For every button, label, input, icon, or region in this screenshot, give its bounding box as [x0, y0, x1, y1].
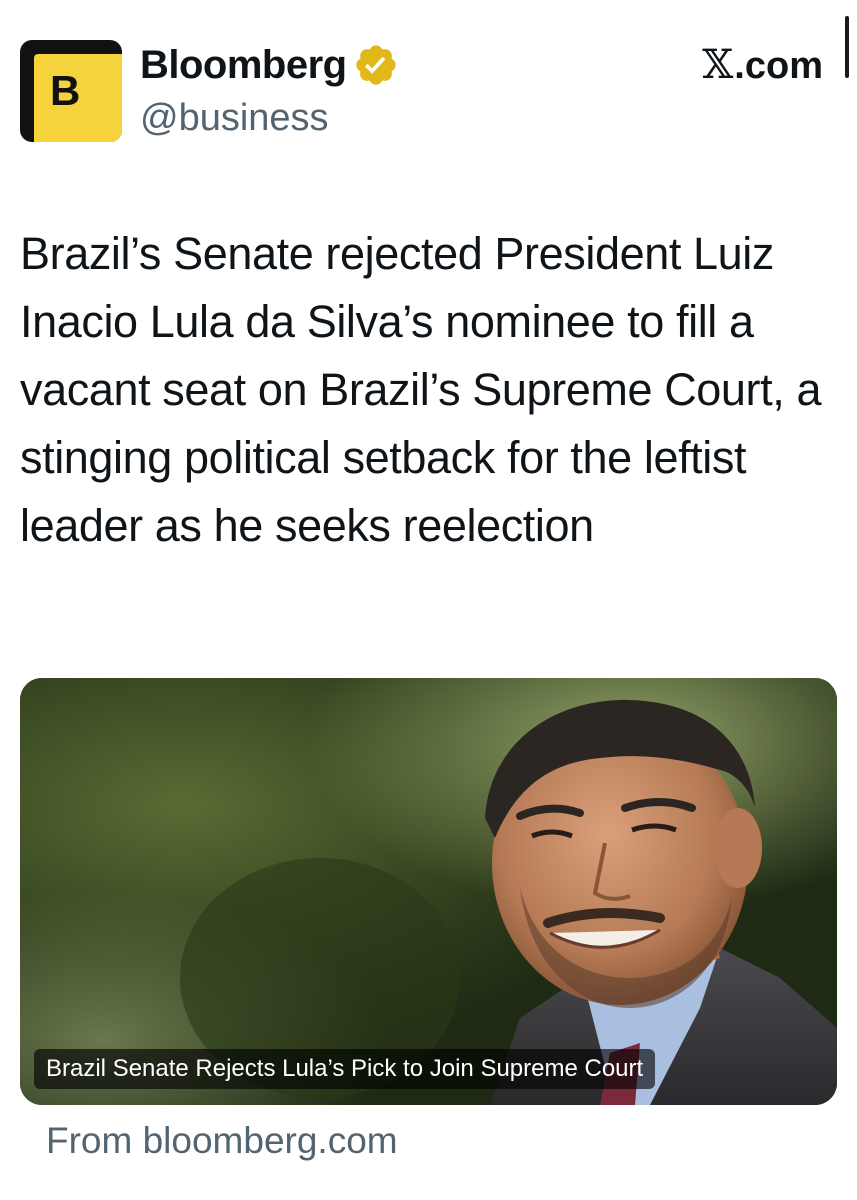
- tweet-text: Brazil’s Senate rejected President Luiz …: [20, 228, 822, 551]
- link-source-text[interactable]: From bloomberg.com: [46, 1120, 398, 1162]
- card-caption[interactable]: Brazil Senate Rejects Lula’s Pick to Joi…: [34, 1049, 656, 1089]
- link-card[interactable]: Brazil Senate Rejects Lula’s Pick to Joi…: [20, 678, 837, 1105]
- x-logo-icon: 𝕏: [702, 42, 734, 88]
- scrollbar[interactable]: [845, 16, 849, 78]
- tweet-header: B Bloomberg @business 𝕏 .com: [20, 40, 837, 144]
- card-photo: [20, 678, 837, 1105]
- source-domain: .com: [734, 45, 823, 87]
- handle[interactable]: @business: [140, 96, 329, 142]
- source-label: 𝕏 .com: [702, 42, 823, 88]
- gold-verified-badge-icon: [355, 45, 396, 85]
- avatar[interactable]: B: [20, 40, 122, 142]
- display-name[interactable]: Bloomberg: [140, 43, 347, 87]
- avatar-letter: B: [50, 67, 81, 114]
- name-row: Bloomberg: [140, 42, 399, 88]
